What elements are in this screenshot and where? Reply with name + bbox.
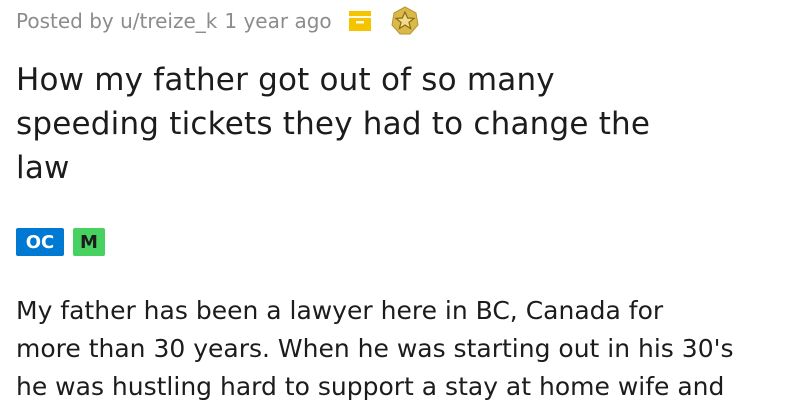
posted-by-user[interactable]: Posted by u/treize_k [16,9,217,33]
post-container: Posted by u/treize_k 1 year ago How my f… [0,0,800,420]
post-title[interactable]: How my father got out of so many speedin… [16,58,786,190]
award-icon[interactable] [390,6,420,36]
post-title-line: speeding tickets they had to change the [16,106,651,142]
post-title-line: How my father got out of so many [16,62,555,98]
archive-icon [347,8,373,34]
flair-oc-badge[interactable]: OC [16,228,64,256]
post-body-line: more than 30 years. When he was starting… [16,334,734,363]
post-flairs: OC M [16,228,105,256]
post-body: My father has been a lawyer here in BC, … [16,292,796,406]
post-meta: Posted by u/treize_k 1 year ago [16,4,420,38]
flair-m-badge[interactable]: M [73,228,105,256]
post-body-line: My father has been a lawyer here in BC, … [16,296,664,325]
post-time[interactable]: 1 year ago [224,9,331,33]
post-title-line: law [16,150,70,186]
post-body-line: he was hustling hard to support a stay a… [16,372,725,401]
